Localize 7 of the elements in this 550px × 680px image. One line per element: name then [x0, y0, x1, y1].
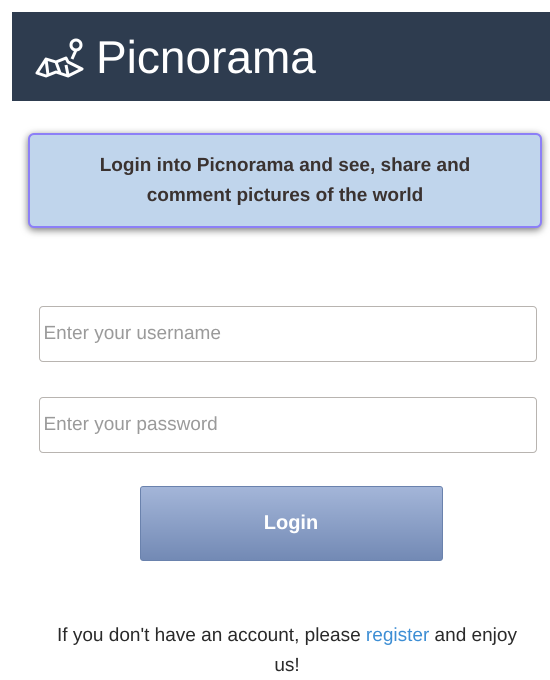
register-link[interactable]: register — [366, 625, 430, 646]
password-field[interactable]: Enter your password — [38, 397, 536, 453]
register-prompt: If you don't have an account, please register and enjoy us! — [56, 624, 518, 678]
username-field[interactable]: Enter your username — [38, 306, 536, 362]
banner-text: Login into Picnorama and see, share and comment pictures of the world — [98, 154, 472, 208]
login-button[interactable]: Login — [140, 486, 442, 561]
app-title: Picnorama — [96, 30, 316, 84]
